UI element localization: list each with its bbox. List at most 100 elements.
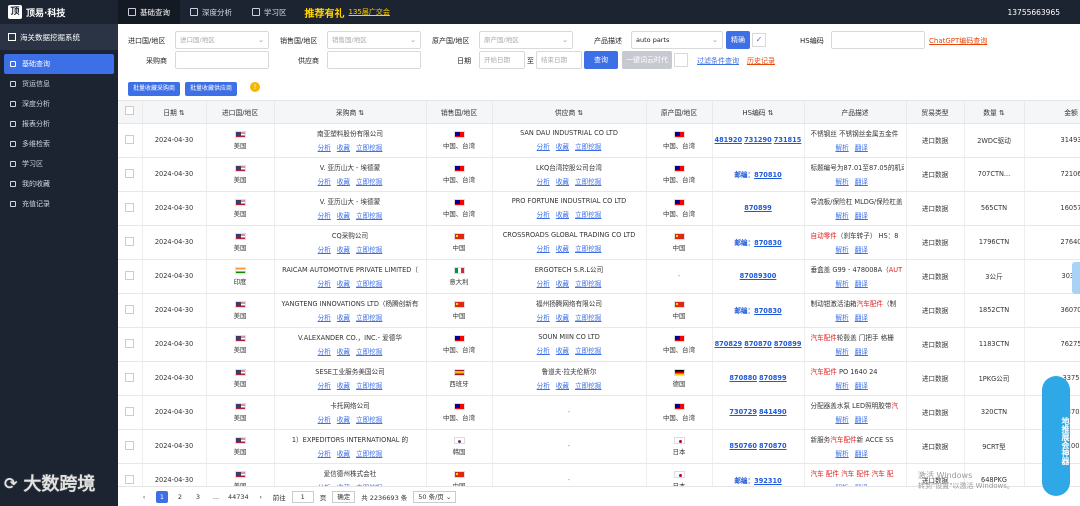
row-checkbox[interactable] — [125, 372, 135, 382]
analyze-link[interactable]: 分析 — [537, 314, 550, 322]
favorite-link[interactable]: 收藏 — [337, 280, 350, 288]
page-size-select[interactable]: 50 条/页 ⌄ — [413, 490, 457, 503]
supplier-input[interactable] — [327, 51, 421, 69]
hs-code-link[interactable]: 850760 — [729, 442, 757, 450]
dig-link[interactable]: 立即挖掘 — [356, 314, 382, 322]
dig-link[interactable]: 立即挖掘 — [356, 144, 382, 152]
hs-code-link[interactable]: 870870 — [744, 340, 772, 348]
dig-link[interactable]: 立即挖掘 — [356, 178, 382, 186]
row-select-cell[interactable] — [118, 123, 143, 158]
hs-code-link[interactable]: 730729 — [729, 408, 757, 416]
col-buyer[interactable]: 采购商 ⇅ — [274, 101, 427, 124]
row-select-cell[interactable] — [118, 293, 143, 328]
chatgpt-code-link[interactable]: ChatGPT编码查询 — [929, 36, 987, 46]
dig-link[interactable]: 立即挖掘 — [575, 143, 601, 151]
sidebar-item-deep-analysis[interactable]: 深度分析 — [0, 94, 118, 114]
page-1[interactable]: 1 — [156, 490, 168, 503]
analyze-link[interactable]: 分析 — [537, 245, 550, 253]
favorite-link[interactable]: 收藏 — [337, 450, 350, 458]
explain-link[interactable]: 解析 — [836, 178, 849, 186]
row-select-cell[interactable] — [118, 395, 143, 430]
translate-link[interactable]: 翻译 — [855, 314, 868, 322]
hs-code-link[interactable]: 392310 — [754, 477, 782, 485]
sidebar-item-recharge[interactable]: 充值记录 — [0, 194, 118, 214]
explain-link[interactable]: 解析 — [836, 450, 849, 458]
row-select-cell[interactable] — [118, 191, 143, 226]
nav-tab-learning[interactable]: 学习区 — [242, 0, 297, 24]
col-date[interactable]: 日期 ⇅ — [142, 101, 207, 124]
hs-code-input[interactable] — [831, 31, 925, 49]
word-cloud-toggle[interactable] — [674, 53, 688, 67]
search-button[interactable]: 查询 — [584, 51, 618, 69]
analyze-link[interactable]: 分析 — [318, 450, 331, 458]
row-checkbox[interactable] — [125, 134, 135, 144]
nav-tab-deep-analysis[interactable]: 深度分析 — [180, 0, 242, 24]
explain-link[interactable]: 解析 — [836, 212, 849, 220]
dig-link[interactable]: 立即挖掘 — [356, 212, 382, 220]
table-row[interactable]: 2024-04-30 美国 SESE工业服务美国公司 分析 收藏 立即挖掘 西班牙 鲁道夫·拉… — [118, 361, 1080, 396]
row-checkbox[interactable] — [125, 406, 135, 416]
translate-link[interactable]: 翻译 — [855, 178, 868, 186]
col-hs-code[interactable]: HS编码 ⇅ — [712, 101, 805, 124]
history-link[interactable]: 历史记录 — [747, 56, 775, 66]
hs-code-link[interactable]: 870810 — [754, 171, 782, 179]
dig-link[interactable]: 立即挖掘 — [575, 314, 601, 322]
favorite-link[interactable]: 收藏 — [337, 246, 350, 254]
buyer-input[interactable] — [175, 51, 269, 69]
row-checkbox[interactable] — [125, 202, 135, 212]
product-input[interactable]: auto parts ⌄ — [631, 31, 723, 49]
date-end-input[interactable]: 结束日期 — [536, 51, 582, 69]
dig-link[interactable]: 立即挖掘 — [356, 382, 382, 390]
hs-code-link[interactable]: 870830 — [754, 307, 782, 315]
analyze-link[interactable]: 分析 — [318, 416, 331, 424]
analyze-link[interactable]: 分析 — [537, 178, 550, 186]
dig-link[interactable]: 立即挖掘 — [575, 382, 601, 390]
page-3[interactable]: 3 — [192, 491, 204, 503]
favorite-link[interactable]: 收藏 — [556, 178, 569, 186]
sort-icon[interactable]: ⇅ — [577, 109, 583, 117]
row-checkbox[interactable] — [125, 168, 135, 178]
dig-link[interactable]: 立即挖掘 — [575, 245, 601, 253]
export-country-select[interactable]: 销售国/地区 ⌄ — [327, 31, 421, 49]
brand-logo[interactable]: 顶 顶易·科技 — [0, 0, 118, 24]
table-row[interactable]: 2024-04-30 美国 YANGTENG INNOVATIONS LTD（杨腾创… — [118, 293, 1080, 328]
page-2[interactable]: 2 — [174, 491, 186, 503]
analyze-link[interactable]: 分析 — [318, 348, 331, 356]
word-cloud-button[interactable]: 一键词云时代 — [622, 51, 672, 69]
explain-link[interactable]: 解析 — [836, 382, 849, 390]
expo-tool-floater[interactable]: 地推展会神器 — [1042, 376, 1070, 496]
row-select-cell[interactable] — [118, 225, 143, 260]
table-row[interactable]: 2024-04-30 美国 CQ采购公司 分析 收藏 立即挖掘 中国 CROSSROADS G… — [118, 225, 1080, 260]
analyze-link[interactable]: 分析 — [537, 382, 550, 390]
analyze-link[interactable]: 分析 — [537, 211, 550, 219]
row-checkbox[interactable] — [125, 236, 135, 246]
analyze-link[interactable]: 分析 — [318, 212, 331, 220]
hs-code-link[interactable]: 870829 — [715, 340, 743, 348]
exact-match-button[interactable]: 精确 — [726, 31, 750, 49]
analyze-link[interactable]: 分析 — [537, 347, 550, 355]
origin-country-select[interactable]: 原产国/地区 ⌄ — [479, 31, 573, 49]
goto-confirm-button[interactable]: 确定 — [332, 490, 356, 503]
sort-icon[interactable]: ⇅ — [358, 109, 364, 117]
hs-code-link[interactable]: 870870 — [759, 442, 787, 450]
favorite-link[interactable]: 收藏 — [337, 144, 350, 152]
dig-link[interactable]: 立即挖掘 — [575, 178, 601, 186]
analyze-link[interactable]: 分析 — [318, 246, 331, 254]
favorite-link[interactable]: 收藏 — [337, 382, 350, 390]
translate-link[interactable]: 翻译 — [855, 246, 868, 254]
exact-match-checkbox[interactable]: ✓ — [752, 33, 766, 47]
side-collapse-handle[interactable] — [1072, 262, 1080, 294]
analyze-link[interactable]: 分析 — [318, 178, 331, 186]
sort-icon[interactable]: ⇅ — [768, 109, 774, 117]
translate-link[interactable]: 翻译 — [855, 280, 868, 288]
hs-code-link[interactable]: 731290 — [744, 136, 772, 144]
favorite-link[interactable]: 收藏 — [556, 314, 569, 322]
favorite-link[interactable]: 收藏 — [337, 314, 350, 322]
date-start-input[interactable]: 开始日期 — [479, 51, 525, 69]
hs-code-link[interactable]: 841490 — [759, 408, 787, 416]
sidebar-item-basic-query[interactable]: 基础查询 — [4, 54, 114, 74]
row-select-cell[interactable] — [118, 361, 143, 396]
batch-fav-buyer-button[interactable]: 批量收藏采购商 — [128, 82, 180, 96]
analyze-link[interactable]: 分析 — [537, 143, 550, 151]
user-phone[interactable]: 13755663965 — [1008, 8, 1061, 17]
